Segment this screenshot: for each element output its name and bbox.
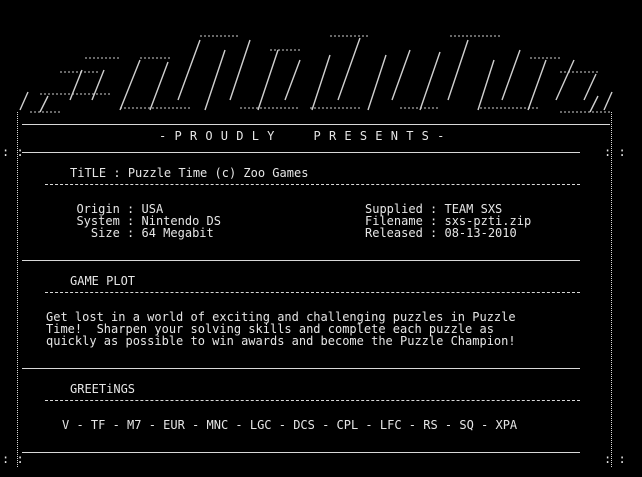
plot-underline <box>45 292 580 293</box>
bottom-rule <box>22 452 580 453</box>
separator-rule <box>22 368 580 369</box>
presents-banner: - P R O U D L Y P R E S E N T S - <box>159 129 445 143</box>
title-line: TiTLE : Puzzle Time (c) Zoo Games <box>70 166 309 180</box>
frame-right-border <box>611 112 612 467</box>
frame-left-dots-bottom: : : <box>2 452 24 466</box>
size-label: Size <box>90 226 120 240</box>
greetings-underline <box>45 400 580 401</box>
frame-left-border <box>17 112 18 467</box>
frame-right-dots-bottom: : : <box>604 452 626 466</box>
plot-heading: GAME PLOT <box>70 274 136 288</box>
plot-line: quickly as possible to win awards and be… <box>46 334 516 348</box>
separator-rule <box>22 260 580 261</box>
released-value: 08-13-2010 <box>444 226 517 240</box>
ascii-logo <box>19 35 613 113</box>
released-row: Released : 08-13-2010 <box>365 226 517 240</box>
greetings-list: V - TF - M7 - EUR - MNC - LGC - DCS - CP… <box>62 418 518 432</box>
title-value: Puzzle Time (c) Zoo Games <box>127 166 309 180</box>
size-row: Size : 64 Megabit <box>90 226 214 240</box>
size-value: 64 Megabit <box>141 226 214 240</box>
separator-rule <box>22 152 580 153</box>
frame-left-dots: : : <box>2 145 24 159</box>
title-underline <box>45 184 580 185</box>
top-rule <box>22 124 610 125</box>
title-label: TiTLE <box>70 166 107 180</box>
frame-right-dots: : : <box>604 145 626 159</box>
released-label: Released <box>365 226 423 240</box>
greetings-heading: GREETiNGS <box>70 382 136 396</box>
